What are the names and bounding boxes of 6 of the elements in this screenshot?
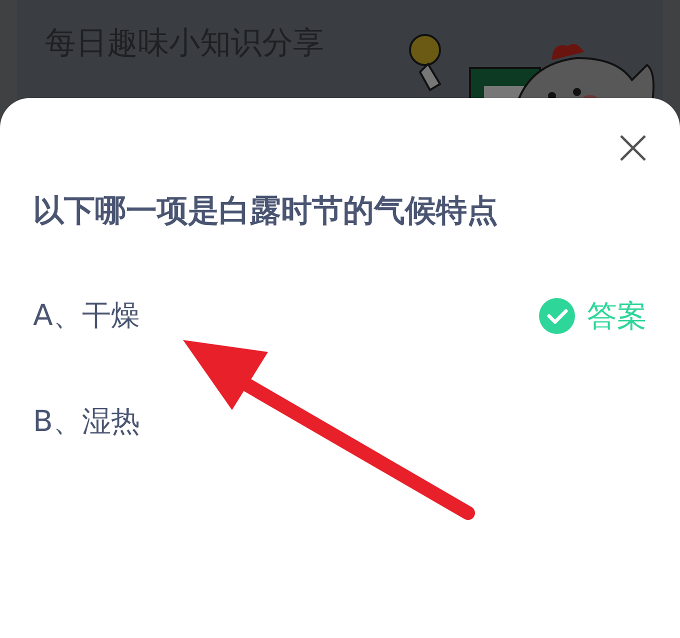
option-text[interactable]: B、湿热 <box>33 402 140 442</box>
question-text: 以下哪一项是白露时节的气候特点 <box>33 192 498 231</box>
answer-label: 答案 <box>587 298 647 336</box>
check-icon <box>539 298 575 334</box>
close-icon[interactable] <box>619 134 647 162</box>
option-text[interactable]: A、干燥 <box>33 296 140 336</box>
